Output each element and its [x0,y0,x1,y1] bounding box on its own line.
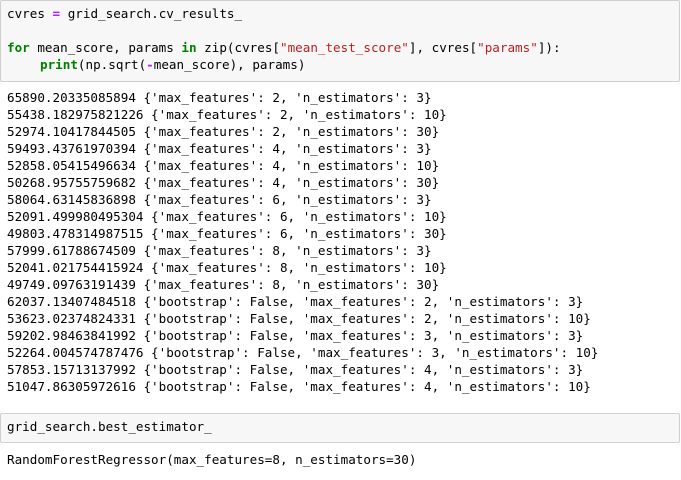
code-operator: = [52,6,61,21]
code-line-best-estimator: grid_search.best_estimator_ [7,419,212,434]
output-line-best-estimator: RandomForestRegressor(max_features=8, n_… [7,452,417,467]
output-line: 52974.10417844505 {'max_features': 2, 'n… [7,124,440,139]
code-cell-input-1[interactable]: cvres = grid_search.cv_results_ for mean… [0,0,680,82]
code-keyword-for: for [7,40,30,55]
code-keyword-in: in [181,40,197,55]
code-var: cvres [7,6,45,21]
output-line: 65890.20335085894 {'max_features': 2, 'n… [7,90,432,105]
code-builtin-print: print [40,57,78,72]
output-line: 53623.02374824331 {'bootstrap': False, '… [7,311,591,326]
code-line-3: print(np.sqrt(-mean_score), params) [7,56,673,73]
output-line: 50268.95755759682 {'max_features': 4, 'n… [7,175,440,190]
code-line-1: cvres = grid_search.cv_results_ [7,5,673,22]
output-line: 59202.98463841992 {'bootstrap': False, '… [7,328,584,343]
output-line: 58064.63145836898 {'max_features': 6, 'n… [7,192,432,207]
output-line: 49803.478314987515 {'max_features': 6, '… [7,226,447,241]
output-line: 52264.004574787476 {'bootstrap': False, … [7,345,599,360]
code-targets: mean_score, params [29,40,182,55]
output-line: 52858.05415496634 {'max_features': 4, 'n… [7,158,440,173]
cell-output-2: RandomForestRegressor(max_features=8, n_… [7,451,677,468]
output-line: 51047.86305972616 {'bootstrap': False, '… [7,379,591,394]
output-line: 62037.13407484518 {'bootstrap': False, '… [7,294,584,309]
output-line: 55438.182975821226 {'max_features': 2, '… [7,107,447,122]
output-line: 52091.499980495304 {'max_features': 6, '… [7,209,447,224]
output-line: 59493.43761970394 {'max_features': 4, 'n… [7,141,432,156]
code-minus-operator: - [146,57,154,72]
code-string-mean-test-score: "mean_test_score" [279,40,409,55]
output-line: 52041.021754415924 {'max_features': 8, '… [7,260,447,275]
code-line-2: for mean_score, params in zip(cvres["mea… [7,39,673,56]
output-line: 57999.61788674509 {'max_features': 8, 'n… [7,243,432,258]
cell-output-1: 65890.20335085894 {'max_features': 2, 'n… [7,89,677,395]
output-line: 57853.15713137992 {'bootstrap': False, '… [7,362,584,377]
code-close: ]): [537,40,561,55]
code-string-params: "params" [477,40,538,55]
code-args-close: mean_score), params) [153,57,306,72]
code-expression: grid_search.cv_results_ [67,6,243,21]
code-cell-input-2[interactable]: grid_search.best_estimator_ [0,413,680,443]
code-mid: ], cvres[ [408,40,478,55]
code-call-open: zip(cvres[ [196,40,280,55]
code-args-open: (np.sqrt( [77,57,147,72]
output-line: 49749.09763191439 {'max_features': 8, 'n… [7,277,440,292]
